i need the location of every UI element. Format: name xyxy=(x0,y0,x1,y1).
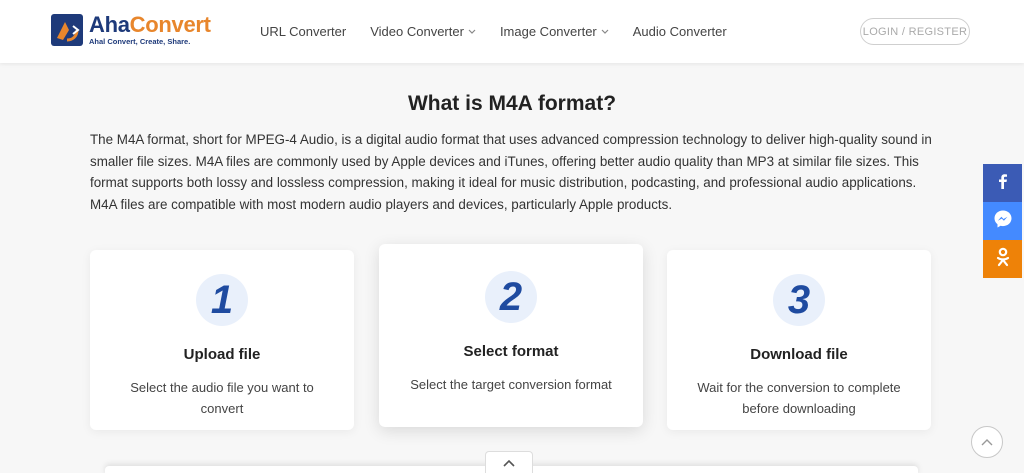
nav-video-converter[interactable]: Video Converter xyxy=(370,24,476,39)
logo-name-part1: Aha xyxy=(89,12,130,37)
login-register-button[interactable]: LOGIN / REGISTER xyxy=(860,18,970,45)
nav-label: URL Converter xyxy=(260,24,347,39)
format-description: The M4A format, short for MPEG-4 Audio, … xyxy=(90,132,932,212)
chevron-up-icon xyxy=(981,433,993,451)
step-text: Select the audio file you want to conver… xyxy=(130,380,314,416)
share-odnoklassniki-button[interactable] xyxy=(983,240,1022,278)
nav-label: Audio Converter xyxy=(632,24,727,39)
site-header: AhaConvert Ahal Convert, Create, Share. … xyxy=(0,0,1024,63)
logo-tagline: Ahal Convert, Create, Share. xyxy=(89,37,191,46)
main-nav: URL Converter Video Converter Image Conv… xyxy=(260,0,751,63)
nav-label: Video Converter xyxy=(370,24,464,39)
nav-image-converter[interactable]: Image Converter xyxy=(500,24,609,39)
step-card-select-format: 2 Select format Select the target conver… xyxy=(379,244,643,427)
scroll-to-top-button[interactable] xyxy=(971,426,1003,458)
facebook-icon xyxy=(996,173,1010,194)
nav-audio-converter[interactable]: Audio Converter xyxy=(633,24,727,39)
messenger-icon xyxy=(993,209,1013,234)
nav-label: Image Converter xyxy=(499,24,597,39)
expand-panel-button[interactable] xyxy=(485,451,533,473)
logo[interactable]: AhaConvert Ahal Convert, Create, Share. xyxy=(51,14,211,48)
logo-icon xyxy=(51,14,87,48)
step-number: 3 xyxy=(773,274,825,326)
chevron-down-icon xyxy=(601,27,609,37)
nav-url-converter[interactable]: URL Converter xyxy=(260,24,346,39)
chevron-up-icon xyxy=(503,454,515,472)
step-card-download: 3 Download file Wait for the conversion … xyxy=(667,250,931,430)
logo-name-part2: Convert xyxy=(129,12,211,37)
step-number: 2 xyxy=(485,271,537,323)
page-title: What is M4A format? xyxy=(407,92,617,115)
step-card-upload: 1 Upload file Select the audio file you … xyxy=(90,250,354,430)
step-title: Upload file xyxy=(183,346,261,363)
chevron-down-icon xyxy=(468,27,476,37)
odnoklassniki-icon xyxy=(996,247,1010,272)
step-number: 1 xyxy=(196,274,248,326)
step-title: Select format xyxy=(463,343,559,360)
step-text: Wait for the conversion to complete befo… xyxy=(697,380,901,416)
step-title: Download file xyxy=(750,346,848,363)
step-text: Select the target conversion format xyxy=(410,377,612,392)
share-facebook-button[interactable] xyxy=(983,164,1022,202)
share-messenger-button[interactable] xyxy=(983,202,1022,240)
